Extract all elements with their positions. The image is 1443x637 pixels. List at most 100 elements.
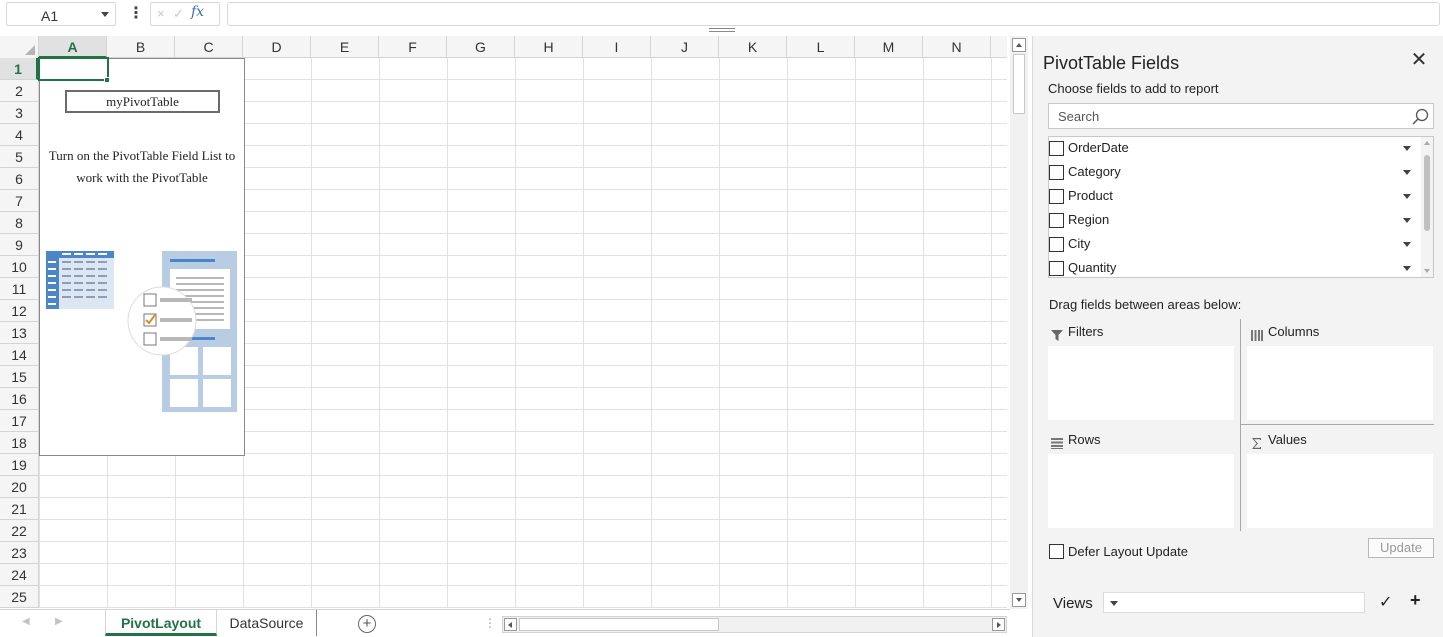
scroll-left-icon[interactable]: [504, 618, 517, 631]
column-header[interactable]: J: [651, 36, 719, 58]
sheet-tab-datasource[interactable]: DataSource: [217, 610, 317, 636]
chevron-down-icon[interactable]: [1403, 242, 1411, 247]
check-icon[interactable]: ✓: [1379, 592, 1392, 612]
column-header[interactable]: I: [583, 36, 651, 58]
fill-handle[interactable]: [104, 77, 110, 83]
column-header[interactable]: A: [39, 36, 107, 58]
values-drop-zone[interactable]: [1247, 454, 1433, 528]
chevron-down-icon[interactable]: [1403, 218, 1411, 223]
row-header[interactable]: 6: [0, 168, 38, 190]
row-header[interactable]: 2: [0, 80, 38, 102]
field-item[interactable]: City: [1049, 232, 1421, 256]
scroll-right-icon[interactable]: [992, 618, 1005, 631]
function-icon[interactable]: fx: [191, 4, 204, 20]
column-header[interactable]: C: [175, 36, 243, 58]
column-header[interactable]: E: [311, 36, 379, 58]
scrollbar-thumb[interactable]: [519, 618, 719, 631]
filters-drop-zone[interactable]: [1048, 346, 1234, 420]
search-icon[interactable]: [1412, 108, 1429, 125]
rows-drop-zone[interactable]: [1048, 454, 1234, 528]
field-item[interactable]: Product: [1049, 184, 1421, 208]
column-header[interactable]: M: [855, 36, 923, 58]
field-checkbox[interactable]: [1049, 213, 1064, 228]
row-header[interactable]: 18: [0, 432, 38, 454]
chevron-down-icon[interactable]: [1110, 601, 1118, 606]
chevron-down-icon[interactable]: [1403, 194, 1411, 199]
column-header[interactable]: D: [243, 36, 311, 58]
chevron-down-icon[interactable]: [1403, 146, 1411, 151]
row-header[interactable]: 8: [0, 212, 38, 234]
field-checkbox[interactable]: [1049, 261, 1064, 276]
row-header[interactable]: 21: [0, 498, 38, 520]
scroll-up-icon[interactable]: [1012, 38, 1026, 52]
row-header[interactable]: 16: [0, 388, 38, 410]
row-header[interactable]: 1: [0, 58, 38, 80]
row-header[interactable]: 11: [0, 278, 38, 300]
name-box[interactable]: A1: [6, 2, 116, 26]
scroll-down-icon[interactable]: [1012, 593, 1026, 607]
close-icon[interactable]: ✕: [1409, 50, 1429, 70]
check-icon[interactable]: ✓: [173, 6, 184, 22]
defer-layout-checkbox[interactable]: [1049, 544, 1064, 559]
row-header[interactable]: 7: [0, 190, 38, 212]
select-all-corner[interactable]: [0, 36, 39, 58]
spreadsheet-grid[interactable]: ABCDEFGHIJKLMN 1 2 3 4 5 6 7 8 9 10 11 12 13 14 15 16 17…: [0, 36, 1007, 608]
row-header[interactable]: 4: [0, 124, 38, 146]
row-header[interactable]: 5: [0, 146, 38, 168]
row-header[interactable]: 25: [0, 586, 38, 608]
search-input[interactable]: [1049, 104, 1399, 128]
field-checkbox[interactable]: [1049, 141, 1064, 156]
sheet-tab-pivotlayout[interactable]: PivotLayout: [105, 610, 217, 636]
splitter-grip-icon[interactable]: [709, 28, 735, 32]
more-options-icon[interactable]: ⋮: [128, 5, 144, 25]
pivot-table-placeholder[interactable]: myPivotTable Turn on the PivotTable Fiel…: [39, 58, 245, 456]
tab-next-icon[interactable]: ▶: [55, 616, 63, 627]
field-item[interactable]: OrderDate: [1049, 137, 1421, 160]
column-header[interactable]: F: [379, 36, 447, 58]
scrollbar-thumb[interactable]: [1013, 54, 1025, 114]
field-item[interactable]: Region: [1049, 208, 1421, 232]
add-sheet-icon[interactable]: +: [358, 615, 376, 633]
chevron-down-icon[interactable]: [1403, 266, 1411, 271]
row-header[interactable]: 14: [0, 344, 38, 366]
formula-input[interactable]: [227, 2, 1440, 26]
chevron-down-icon[interactable]: [1403, 170, 1411, 175]
row-header[interactable]: 15: [0, 366, 38, 388]
scroll-up-icon[interactable]: [1424, 141, 1430, 145]
field-list[interactable]: OrderDate Category Product Region City Quanti…: [1048, 136, 1434, 278]
cancel-icon[interactable]: ×: [157, 6, 165, 21]
scrollbar-thumb[interactable]: [1424, 155, 1430, 231]
field-checkbox[interactable]: [1049, 189, 1064, 204]
add-icon[interactable]: +: [1410, 590, 1421, 611]
field-list-scrollbar[interactable]: [1421, 137, 1433, 277]
tab-resize-grip-icon[interactable]: ⋮: [484, 616, 496, 630]
column-header[interactable]: B: [107, 36, 175, 58]
row-header[interactable]: 19: [0, 454, 38, 476]
field-checkbox[interactable]: [1049, 237, 1064, 252]
column-header[interactable]: G: [447, 36, 515, 58]
row-header[interactable]: 12: [0, 300, 38, 322]
chevron-down-icon[interactable]: [101, 12, 109, 17]
defer-layout-label[interactable]: Defer Layout Update: [1068, 544, 1188, 559]
column-header[interactable]: H: [515, 36, 583, 58]
field-item[interactable]: Quantity: [1049, 256, 1421, 277]
column-header[interactable]: N: [923, 36, 991, 58]
update-button[interactable]: Update: [1368, 538, 1434, 558]
row-header[interactable]: 13: [0, 322, 38, 344]
field-item[interactable]: Category: [1049, 160, 1421, 184]
views-select[interactable]: [1103, 592, 1365, 613]
row-header[interactable]: 20: [0, 476, 38, 498]
row-header[interactable]: 3: [0, 102, 38, 124]
vertical-scrollbar[interactable]: [1010, 36, 1028, 609]
row-header[interactable]: 22: [0, 520, 38, 542]
columns-drop-zone[interactable]: [1247, 346, 1433, 420]
field-checkbox[interactable]: [1049, 165, 1064, 180]
horizontal-scrollbar[interactable]: [502, 616, 1007, 633]
field-search-box[interactable]: [1048, 103, 1434, 129]
row-header[interactable]: 23: [0, 542, 38, 564]
row-header[interactable]: 9: [0, 234, 38, 256]
row-header[interactable]: 17: [0, 410, 38, 432]
column-header[interactable]: L: [787, 36, 855, 58]
row-header[interactable]: 24: [0, 564, 38, 586]
column-header[interactable]: K: [719, 36, 787, 58]
